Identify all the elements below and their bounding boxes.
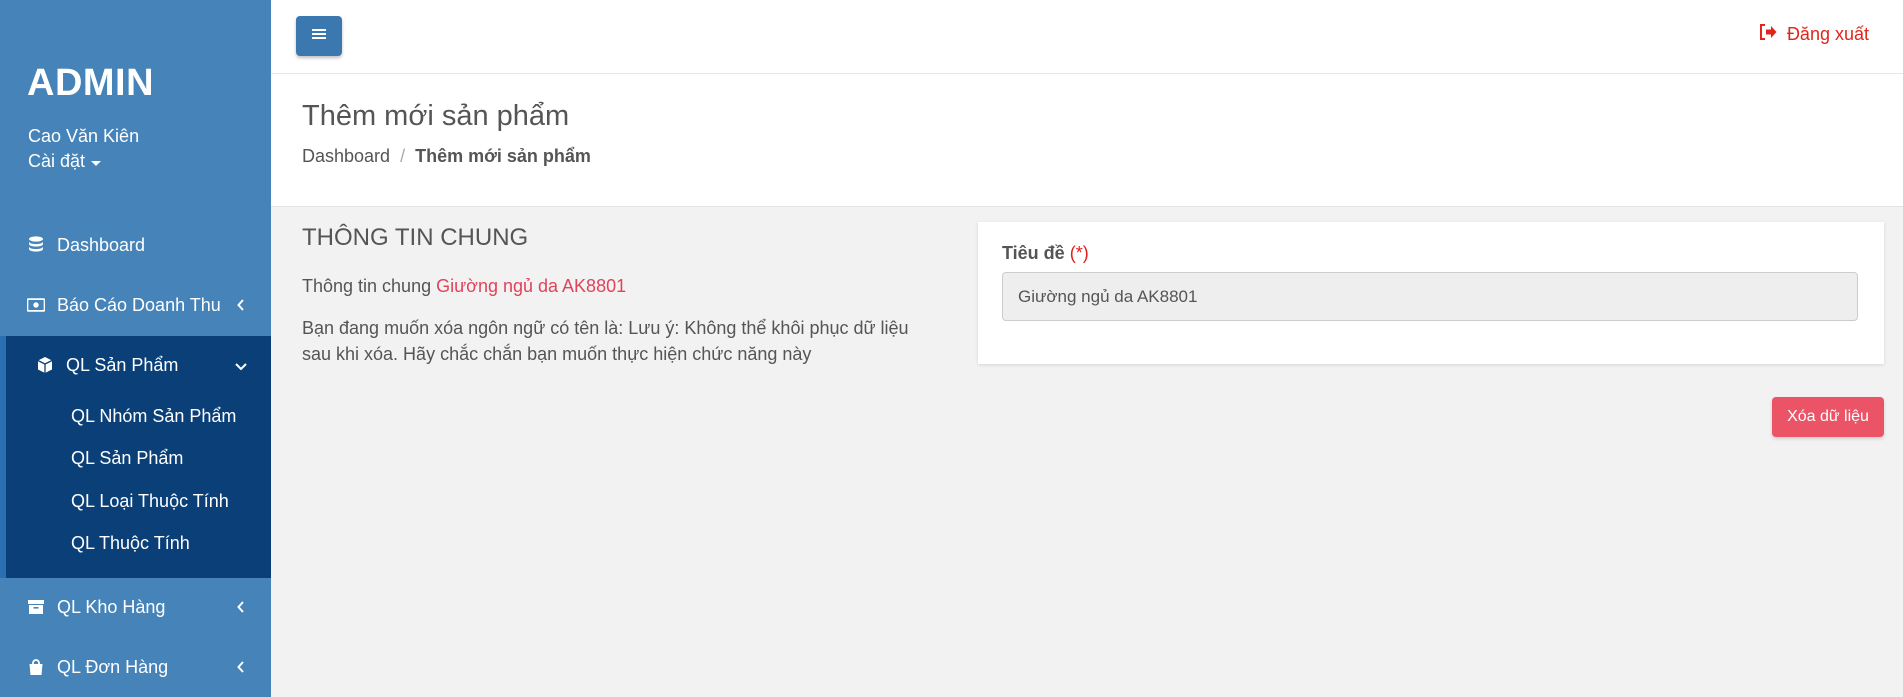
sidebar-item-label: QL Đơn Hàng: [57, 656, 169, 677]
user-name: Cao Văn Kiên: [28, 126, 140, 146]
sidebar-item-product-management[interactable]: QL Sản Phẩm: [6, 336, 271, 394]
info-prefix: Thông tin chung: [302, 276, 432, 296]
delete-data-button[interactable]: Xóa dữ liệu: [1772, 397, 1884, 437]
info-line: Thông tin chung Giường ngủ da AK8801: [302, 276, 626, 297]
section-title: THÔNG TIN CHUNG: [302, 224, 529, 251]
submenu-item-product-groups[interactable]: QL Nhóm Sản Phẩm: [71, 406, 236, 427]
settings-label: Cài đặt: [28, 151, 86, 171]
product-name-highlight: Giường ngủ da AK8801: [436, 276, 627, 296]
breadcrumb-separator: /: [400, 146, 406, 166]
caret-down-icon: [91, 160, 102, 166]
title-input[interactable]: [1002, 272, 1858, 321]
sidebar-toggle-button[interactable]: [296, 16, 342, 56]
page-header: Thêm mới sản phẩm Dashboard / Thêm mới s…: [271, 74, 1903, 207]
required-mark: (*): [1069, 243, 1089, 263]
top-navbar: Đăng xuất: [271, 0, 1903, 74]
submenu-products: QL Sản Phẩm QL Nhóm Sản Phẩm QL Sản Phẩm…: [0, 336, 271, 578]
sidebar-item-dashboard[interactable]: Dashboard: [0, 217, 271, 273]
delete-warning-text: Bạn đang muốn xóa ngôn ngữ có tên là: Lư…: [302, 318, 909, 364]
submenu-item-attributes[interactable]: QL Thuộc Tính: [71, 533, 190, 554]
archive-icon: [27, 598, 45, 616]
breadcrumb-dashboard-link[interactable]: Dashboard: [302, 146, 390, 167]
shopping-bag-icon: [27, 658, 45, 676]
sidebar-item-label: Báo Cáo Doanh Thu: [57, 294, 221, 315]
money-icon: [27, 296, 45, 314]
logout-label: Đăng xuất: [1786, 24, 1869, 44]
sidebar: ADMIN Cao Văn Kiên Cài đặt Dashboard Báo…: [0, 0, 271, 697]
sidebar-item-label: QL Kho Hàng: [57, 596, 166, 617]
chevron-left-icon: [235, 661, 247, 673]
brand-logo[interactable]: ADMIN: [27, 62, 154, 105]
breadcrumb: Dashboard / Thêm mới sản phẩm: [302, 146, 591, 167]
submenu-item-attribute-types[interactable]: QL Loại Thuộc Tính: [71, 491, 229, 512]
sign-out-icon: [1759, 24, 1777, 45]
submenu-item-products[interactable]: QL Sản Phẩm: [71, 448, 183, 469]
sidebar-item-warehouse[interactable]: QL Kho Hàng: [0, 579, 271, 635]
cube-icon: [36, 356, 54, 374]
page-title: Thêm mới sản phẩm: [302, 100, 570, 132]
chevron-left-icon: [235, 601, 247, 613]
sidebar-item-orders[interactable]: QL Đơn Hàng: [0, 639, 271, 695]
logout-link[interactable]: Đăng xuất: [1759, 24, 1869, 45]
title-label-text: Tiêu đề: [1002, 243, 1065, 263]
chevron-down-icon: [235, 355, 247, 376]
sidebar-item-label: Dashboard: [57, 234, 146, 255]
title-field-label: Tiêu đề (*): [1002, 243, 1089, 264]
chevron-left-icon: [235, 299, 247, 311]
sidebar-item-label: QL Sản Phẩm: [66, 354, 179, 375]
form-card: Tiêu đề (*): [978, 222, 1884, 364]
bars-icon: [312, 27, 326, 45]
sidebar-item-revenue-report[interactable]: Báo Cáo Doanh Thu: [0, 277, 271, 333]
database-icon: [27, 236, 45, 254]
settings-dropdown[interactable]: Cài đặt: [28, 151, 102, 172]
breadcrumb-current: Thêm mới sản phẩm: [415, 146, 591, 166]
